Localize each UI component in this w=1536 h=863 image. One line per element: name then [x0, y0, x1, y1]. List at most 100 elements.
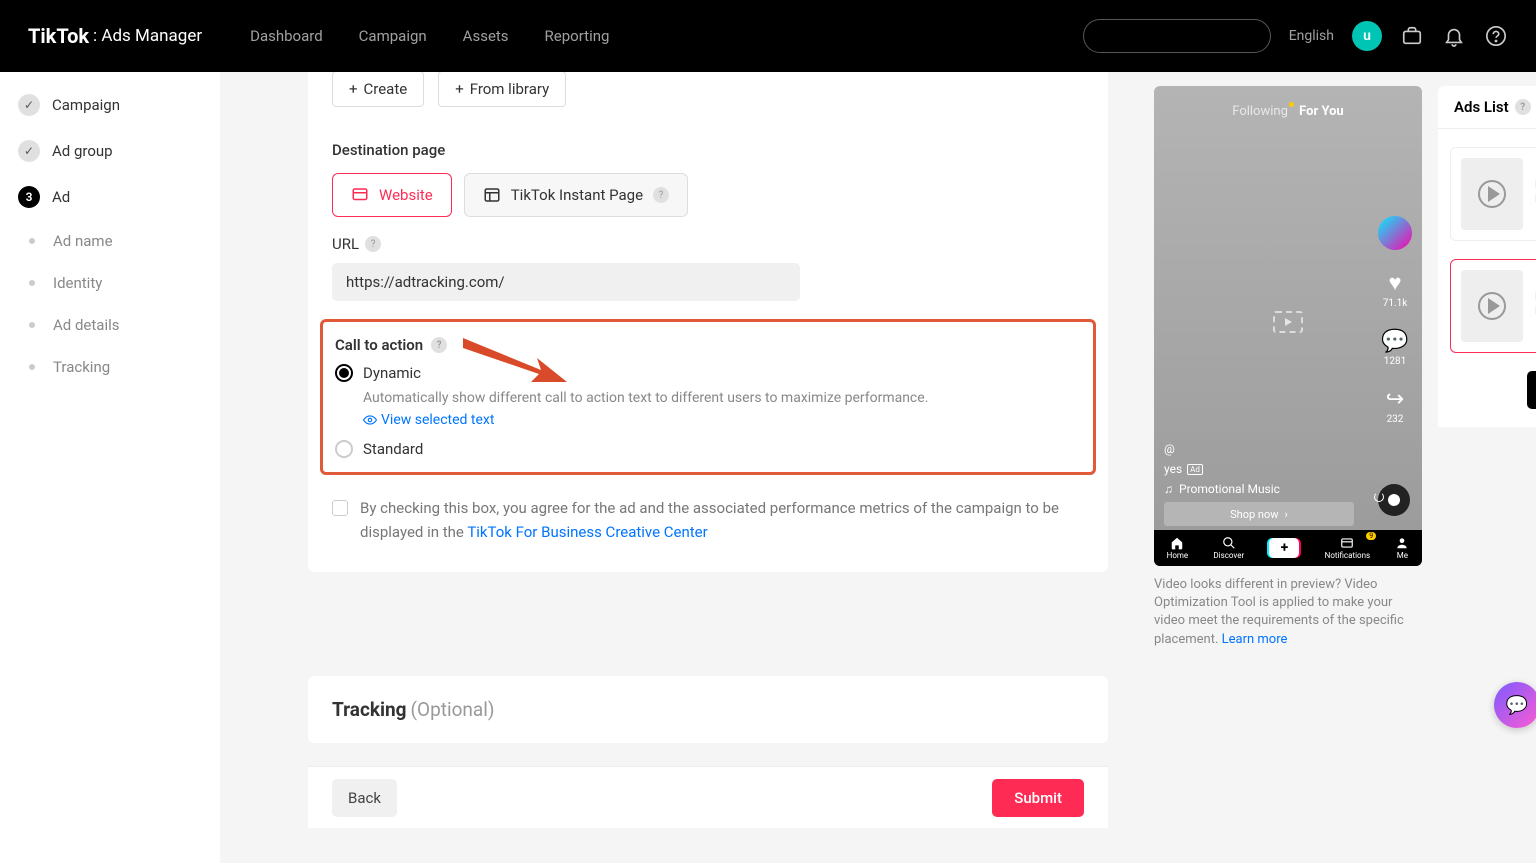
- dot-icon: [29, 322, 35, 328]
- radio-label: Standard: [363, 440, 423, 458]
- step-number: 3: [18, 186, 40, 208]
- play-icon: [1488, 186, 1500, 202]
- sidebar: ✓ Campaign ✓ Ad group 3 Ad Ad name Ident…: [0, 72, 220, 863]
- ad-item[interactable]: Name: [1450, 147, 1536, 241]
- music-text: Promotional Music: [1179, 482, 1280, 496]
- shop-now-button: Shop now›: [1164, 502, 1354, 526]
- submit-button[interactable]: Submit: [992, 779, 1084, 817]
- ad-item[interactable]: Name: [1450, 259, 1536, 353]
- inbox-icon: [1340, 536, 1354, 550]
- heart-icon: ♥: [1383, 270, 1408, 296]
- video-placeholder-icon: [1273, 311, 1303, 333]
- tab-label: Website: [379, 186, 433, 204]
- dot-icon: [29, 280, 35, 286]
- bell-icon[interactable]: [1442, 24, 1466, 48]
- home-icon: [1170, 536, 1184, 550]
- step-adgroup[interactable]: ✓ Ad group: [0, 128, 220, 174]
- step-label: Campaign: [52, 96, 120, 114]
- profile-icon: [1378, 216, 1412, 250]
- step-label: Ad group: [52, 142, 113, 160]
- language-button[interactable]: English: [1289, 28, 1334, 44]
- substep-label: Ad name: [53, 232, 113, 250]
- substep-addetails[interactable]: Ad details: [0, 304, 220, 346]
- label-text: URL: [332, 235, 359, 253]
- at-handle: @: [1164, 442, 1412, 456]
- brand-name: TikTok: [28, 24, 89, 48]
- check-icon: ✓: [18, 140, 40, 162]
- nav-reporting[interactable]: Reporting: [545, 27, 610, 45]
- cta-radio-standard[interactable]: Standard: [335, 440, 1081, 458]
- help-icon[interactable]: [1484, 24, 1508, 48]
- tab-foryou: For You: [1299, 104, 1344, 119]
- comment-icon: 💬: [1381, 329, 1408, 354]
- phone-bottom-info: @ yes Ad ♫ Promotional Music Shop now›: [1164, 442, 1412, 526]
- tab-home: Home: [1167, 536, 1189, 560]
- step-label: Ad: [52, 188, 70, 206]
- search-pill[interactable]: [1083, 19, 1271, 53]
- ad-badge-icon: Ad: [1187, 464, 1203, 475]
- chat-fab[interactable]: 💬: [1494, 682, 1536, 728]
- cta-highlight-box: Call to action ? Dynamic Automatically s…: [320, 319, 1096, 475]
- view-selected-text-link[interactable]: View selected text: [363, 412, 1081, 428]
- button-label: From library: [470, 80, 549, 98]
- add-ad-button[interactable]: + Add: [1527, 371, 1536, 409]
- notification-badge: 9: [1366, 532, 1376, 540]
- radio-icon: [335, 364, 353, 382]
- ads-list-header: Ads List ? Total x 2: [1438, 86, 1536, 129]
- notification-dot: [1289, 102, 1294, 107]
- destination-tab-instant[interactable]: TikTok Instant Page ?: [464, 173, 688, 217]
- top-nav: Dashboard Campaign Assets Reporting: [250, 27, 609, 45]
- radio-icon: [335, 440, 353, 458]
- url-field-block: URL ?: [308, 217, 1108, 301]
- substep-label: Identity: [53, 274, 102, 292]
- plus-icon: +: [349, 80, 358, 98]
- substep-adname[interactable]: Ad name: [0, 220, 220, 262]
- layout-icon: [483, 186, 501, 204]
- brand-logo[interactable]: TikTok: Ads Manager: [28, 24, 202, 48]
- creative-center-link[interactable]: TikTok For Business Creative Center: [467, 523, 707, 541]
- ad-thumbnail: [1461, 158, 1523, 230]
- ads-list-title: Ads List ?: [1454, 98, 1531, 116]
- learn-more-link[interactable]: Learn more: [1222, 632, 1288, 647]
- cta-radio-dynamic[interactable]: Dynamic: [335, 364, 1081, 382]
- url-label: URL ?: [332, 235, 1084, 253]
- topbar: TikTok: Ads Manager Dashboard Campaign A…: [0, 0, 1536, 72]
- create-button[interactable]: +Create: [332, 72, 424, 107]
- topbar-right: English u: [1083, 19, 1508, 53]
- radio-label: Dynamic: [363, 364, 421, 382]
- person-icon: [1395, 536, 1409, 550]
- help-icon[interactable]: ?: [431, 337, 447, 353]
- search-icon: [1222, 536, 1236, 550]
- eye-icon: [363, 413, 377, 427]
- substep-identity[interactable]: Identity: [0, 262, 220, 304]
- back-button[interactable]: Back: [332, 779, 397, 817]
- agree-text: By checking this box, you agree for the …: [360, 497, 1084, 544]
- cta-dynamic-description: Automatically show different call to act…: [363, 388, 1081, 408]
- tab-discover: Discover: [1213, 536, 1244, 560]
- from-library-button[interactable]: +From library: [438, 72, 566, 107]
- creative-button-row: +Create +From library: [308, 72, 1108, 131]
- step-ad[interactable]: 3 Ad: [0, 174, 220, 220]
- url-input[interactable]: [332, 263, 800, 301]
- music-note-icon: ♫: [1164, 482, 1173, 496]
- spinning-disc-icon: [1378, 484, 1410, 516]
- nav-assets[interactable]: Assets: [463, 27, 509, 45]
- agree-checkbox[interactable]: [332, 500, 348, 516]
- brand-suffix: : Ads Manager: [93, 26, 202, 46]
- avatar[interactable]: u: [1352, 21, 1382, 51]
- substep-tracking[interactable]: Tracking: [0, 346, 220, 388]
- globe-icon: [351, 186, 369, 204]
- help-icon[interactable]: ?: [365, 236, 381, 252]
- step-campaign[interactable]: ✓ Campaign: [0, 82, 220, 128]
- help-icon[interactable]: ?: [653, 187, 669, 203]
- check-icon: ✓: [18, 94, 40, 116]
- phone-tabbar: Home Discover + 9 Notifications Me: [1154, 530, 1422, 566]
- nav-campaign[interactable]: Campaign: [359, 27, 427, 45]
- help-icon[interactable]: ?: [1515, 99, 1531, 115]
- bottom-action-bar: Back Submit: [308, 766, 1108, 828]
- label-text: Call to action: [335, 336, 423, 354]
- destination-tab-website[interactable]: Website: [332, 173, 452, 217]
- preview-note: Video looks different in preview? Video …: [1154, 576, 1422, 649]
- nav-dashboard[interactable]: Dashboard: [250, 27, 323, 45]
- briefcase-icon[interactable]: [1400, 24, 1424, 48]
